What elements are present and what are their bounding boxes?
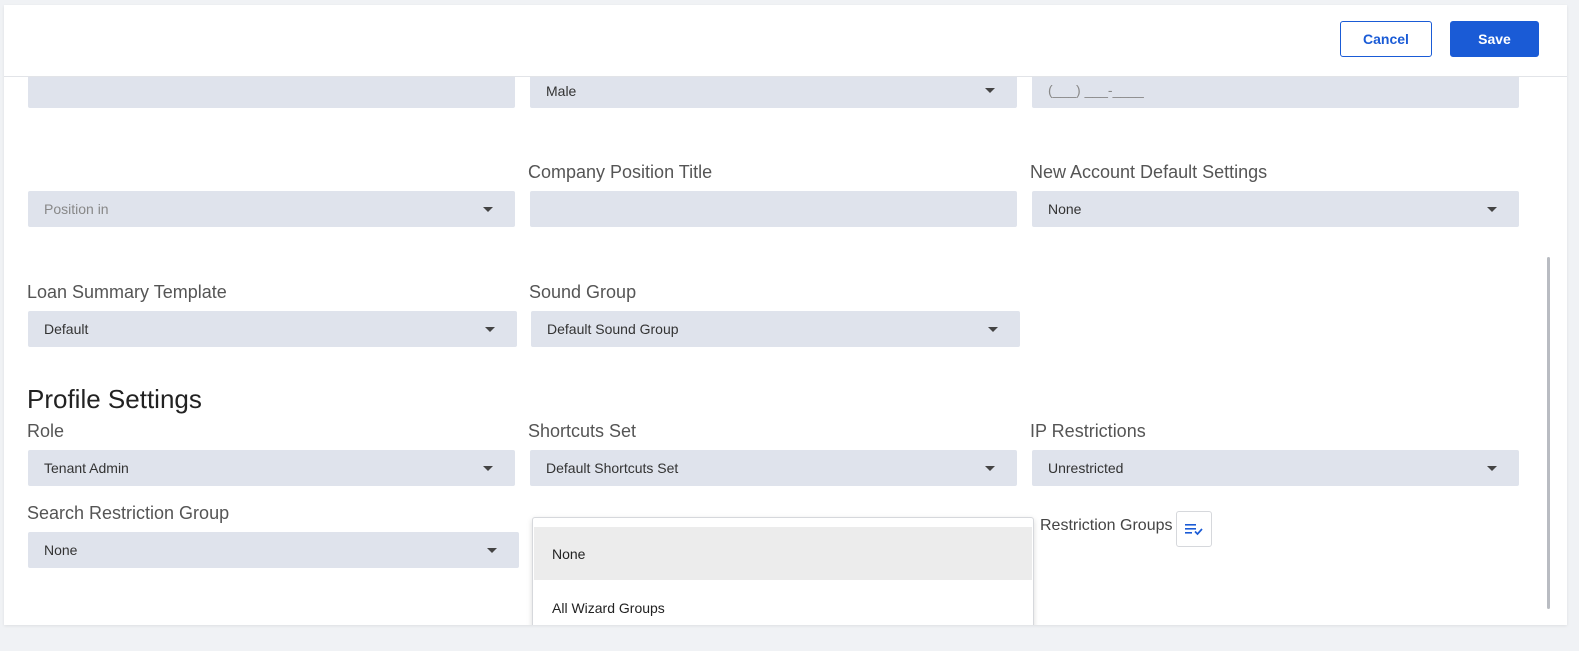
role-value: Tenant Admin [44,460,129,476]
position-select[interactable]: Position in [28,191,515,227]
phone-value: (___) ___-____ [1048,82,1144,98]
chevron-down-icon [485,326,495,332]
profile-settings-heading: Profile Settings [27,384,202,414]
chevron-down-icon [483,465,493,471]
shortcuts-set-label: Shortcuts Set [528,421,637,441]
chevron-down-icon [487,547,497,553]
company-position-title-input[interactable] [530,191,1017,227]
chevron-down-icon [483,206,493,212]
loan-summary-template-select[interactable]: Default [28,311,517,347]
ip-restrictions-value: Unrestricted [1048,460,1124,476]
playlist-check-icon [1185,524,1203,536]
sound-group-value: Default Sound Group [547,321,679,337]
search-restriction-group-label: Search Restriction Group [27,503,230,523]
new-account-default-settings-label: New Account Default Settings [1030,162,1268,182]
first-row-text-field[interactable] [28,72,515,108]
chevron-down-icon [1487,465,1497,471]
search-restriction-group-select[interactable]: None [28,532,519,568]
role-label: Role [27,421,65,441]
chevron-down-icon [988,326,998,332]
restriction-groups-label: Restriction Groups [1040,517,1173,534]
save-button[interactable]: Save [1450,21,1539,57]
wizard-group-dropdown-menu: None All Wizard Groups [532,517,1034,625]
ip-restrictions-label: IP Restrictions [1030,421,1146,441]
header-bar: Cancel Save [4,5,1567,77]
cancel-button[interactable]: Cancel [1340,21,1432,57]
dropdown-option-none[interactable]: None [534,527,1032,580]
position-placeholder: Position in [44,201,109,217]
shortcuts-set-value: Default Shortcuts Set [546,460,679,476]
chevron-down-icon [985,465,995,471]
vertical-scrollbar[interactable] [1547,257,1550,609]
shortcuts-set-select[interactable]: Default Shortcuts Set [530,450,1017,486]
sound-group-select[interactable]: Default Sound Group [531,311,1020,347]
ip-restrictions-select[interactable]: Unrestricted [1032,450,1519,486]
chevron-down-icon [1487,206,1497,212]
gender-value: Male [546,83,577,99]
phone-field[interactable]: (___) ___-____ [1032,72,1519,108]
new-account-default-settings-value: None [1048,201,1082,217]
company-position-title-label: Company Position Title [528,162,713,182]
new-account-default-settings-select[interactable]: None [1032,191,1519,227]
form-content: Male (___) ___-____ Position in Company … [4,5,1567,625]
dropdown-option-all-wizard-groups[interactable]: All Wizard Groups [534,581,1032,625]
loan-summary-template-value: Default [44,321,89,337]
sound-group-label: Sound Group [529,282,637,302]
restriction-groups-button[interactable] [1176,511,1212,547]
edit-user-panel: Male (___) ___-____ Position in Company … [4,5,1567,625]
loan-summary-template-label: Loan Summary Template [27,282,227,302]
role-select[interactable]: Tenant Admin [28,450,515,486]
gender-select[interactable]: Male [530,72,1017,108]
chevron-down-icon [985,87,995,93]
search-restriction-group-value: None [44,542,78,558]
